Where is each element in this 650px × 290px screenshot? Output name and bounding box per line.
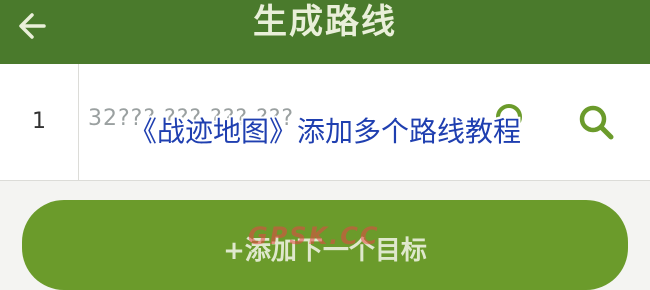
- search-icon[interactable]: [576, 102, 616, 142]
- route-coordinates: 32??? ??? ??? ???: [88, 106, 295, 131]
- add-next-target-button[interactable]: +添加下一个目标: [22, 200, 628, 290]
- app-header: 生成路线: [0, 0, 650, 64]
- route-row: 1 32??? ??? ??? ???: [0, 64, 650, 181]
- add-next-target-label: +添加下一个目标: [223, 236, 427, 266]
- route-index: 1: [0, 64, 79, 180]
- locate-icon[interactable]: [494, 102, 524, 132]
- page-title: 生成路线: [253, 2, 397, 42]
